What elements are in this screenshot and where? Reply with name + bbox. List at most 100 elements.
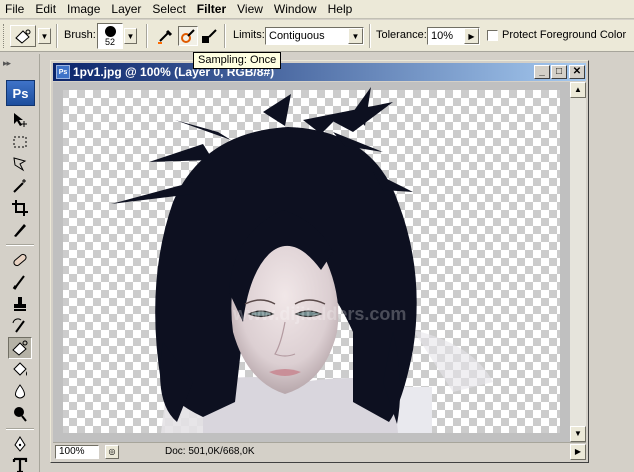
slice-tool[interactable] xyxy=(8,219,32,241)
protect-foreground-checkbox[interactable] xyxy=(487,30,498,41)
menu-bar: File Edit Image Layer Select Filter View… xyxy=(0,0,634,19)
scroll-right-button[interactable]: ▶ xyxy=(570,444,586,460)
droplet-icon xyxy=(15,384,25,399)
chevron-down-icon: ▼ xyxy=(126,31,135,41)
tolerance-value: 10% xyxy=(431,30,454,42)
magic-wand-icon xyxy=(13,179,26,193)
maximize-icon: □ xyxy=(555,66,563,77)
eyedropper-once-icon xyxy=(181,29,195,43)
marquee-icon xyxy=(13,136,27,148)
move-tool[interactable] xyxy=(8,109,32,131)
chevron-down-icon: ▼ xyxy=(574,429,582,438)
background-eraser-tool[interactable] xyxy=(8,337,32,359)
history-brush-tool[interactable] xyxy=(8,315,32,337)
scroll-up-button[interactable]: ▲ xyxy=(570,82,586,98)
tolerance-label: Tolerance: xyxy=(376,29,427,41)
zoom-field[interactable]: 100% xyxy=(55,445,99,459)
canvas-area[interactable]: www.dijitalders.com xyxy=(53,82,570,442)
toolbox-divider xyxy=(6,244,34,246)
healing-brush-tool[interactable] xyxy=(8,249,32,271)
limits-select[interactable]: Contiguous ▼ xyxy=(265,27,364,45)
menu-file[interactable]: File xyxy=(0,0,30,19)
document-size-info: Doc: 501,0K/668,0K xyxy=(165,446,255,457)
document-titlebar[interactable]: Ps 1pv1.jpg @ 100% (Layer 0, RGB/8#) _ □… xyxy=(53,63,586,81)
vertical-scrollbar[interactable]: ▲ ▼ xyxy=(570,82,586,442)
brush-dropdown[interactable]: ▼ xyxy=(124,28,137,44)
divider xyxy=(146,24,148,48)
zoom-value: 100% xyxy=(59,446,85,457)
close-button[interactable]: ✕ xyxy=(569,65,585,79)
canvas-image[interactable]: www.dijitalders.com xyxy=(53,82,570,442)
menu-help[interactable]: Help xyxy=(323,0,359,19)
magic-wand-tool[interactable] xyxy=(8,175,32,197)
document-window: Ps 1pv1.jpg @ 100% (Layer 0, RGB/8#) _ □… xyxy=(50,60,589,463)
tool-preset-dropdown[interactable]: ▼ xyxy=(38,28,51,44)
tolerance-field[interactable]: 10% ▶ xyxy=(427,27,480,45)
menu-window[interactable]: Window xyxy=(269,0,323,19)
sampling-background-swatch-button[interactable] xyxy=(200,26,220,46)
type-tool[interactable] xyxy=(8,454,32,472)
menu-filter[interactable]: Filter xyxy=(192,0,232,19)
limits-dropdown-button[interactable]: ▼ xyxy=(348,28,363,44)
crop-tool[interactable] xyxy=(8,197,32,219)
slice-icon xyxy=(14,224,26,237)
paint-bucket-tool[interactable] xyxy=(8,359,32,381)
history-brush-icon xyxy=(12,318,25,333)
menu-image[interactable]: Image xyxy=(62,0,106,19)
photoshop-logo[interactable]: Ps xyxy=(6,80,35,106)
brush-preview[interactable]: 52 xyxy=(97,23,123,49)
toolbox: ▸▸ Ps xyxy=(0,54,40,472)
status-options-icon: ◎ xyxy=(108,447,116,456)
paint-bucket-icon xyxy=(13,362,27,376)
toolbox-divider xyxy=(6,428,34,430)
pen-icon xyxy=(14,436,26,452)
menu-edit[interactable]: Edit xyxy=(30,0,62,19)
scroll-down-button[interactable]: ▼ xyxy=(570,426,586,442)
brush-size: 52 xyxy=(104,37,115,47)
chevron-up-icon: ▲ xyxy=(574,85,582,94)
photoshop-window: File Edit Image Layer Select Filter View… xyxy=(0,0,634,472)
marquee-tool[interactable] xyxy=(8,131,32,153)
protect-foreground-label: Protect Foreground Color xyxy=(502,29,627,41)
divider xyxy=(56,24,58,48)
sampling-continuous-button[interactable] xyxy=(156,26,176,46)
brush-dot-icon xyxy=(105,26,116,37)
dodge-tool[interactable] xyxy=(8,403,32,425)
menu-layer[interactable]: Layer xyxy=(106,0,147,19)
pen-tool[interactable] xyxy=(8,433,32,455)
limits-label: Limits: xyxy=(233,29,265,41)
stamp-icon xyxy=(14,297,26,311)
minimize-icon: _ xyxy=(539,66,545,77)
lasso-tool[interactable] xyxy=(8,153,32,175)
type-icon xyxy=(12,457,28,472)
clone-stamp-tool[interactable] xyxy=(8,293,32,315)
crop-icon xyxy=(12,200,28,216)
brush-label: Brush: xyxy=(64,29,96,41)
chevron-right-icon: ▶ xyxy=(574,447,582,456)
divider xyxy=(224,24,226,48)
move-icon xyxy=(14,113,27,127)
toolbox-grip[interactable]: ▸▸ xyxy=(3,58,37,68)
document-icon: Ps xyxy=(56,65,70,79)
tool-preset-picker[interactable] xyxy=(10,25,36,47)
background-eraser-icon xyxy=(15,29,31,44)
blur-tool[interactable] xyxy=(8,381,32,403)
chevron-right-icon: ▶ xyxy=(468,31,475,41)
menu-view[interactable]: View xyxy=(232,0,269,19)
eraser-icon xyxy=(12,340,28,356)
lasso-icon xyxy=(13,157,27,172)
tolerance-slider-button[interactable]: ▶ xyxy=(464,28,479,44)
brush-tool[interactable] xyxy=(8,271,32,293)
minimize-button[interactable]: _ xyxy=(534,65,550,79)
sampling-once-button[interactable] xyxy=(178,26,198,46)
options-bar: ▼ Brush: 52 ▼ Limits: Contiguous ▼ Toler… xyxy=(0,20,634,52)
status-menu-button[interactable]: ◎ xyxy=(105,445,119,459)
watermark-text: www.dijitalders.com xyxy=(232,304,406,324)
chevron-down-icon: ▼ xyxy=(351,31,360,41)
menu-select[interactable]: Select xyxy=(147,0,191,19)
maximize-button[interactable]: □ xyxy=(551,65,567,79)
options-grip[interactable] xyxy=(3,24,9,48)
eyedropper-continuous-icon xyxy=(158,29,173,44)
chevron-down-icon: ▼ xyxy=(40,31,49,41)
brush-icon xyxy=(12,275,25,290)
